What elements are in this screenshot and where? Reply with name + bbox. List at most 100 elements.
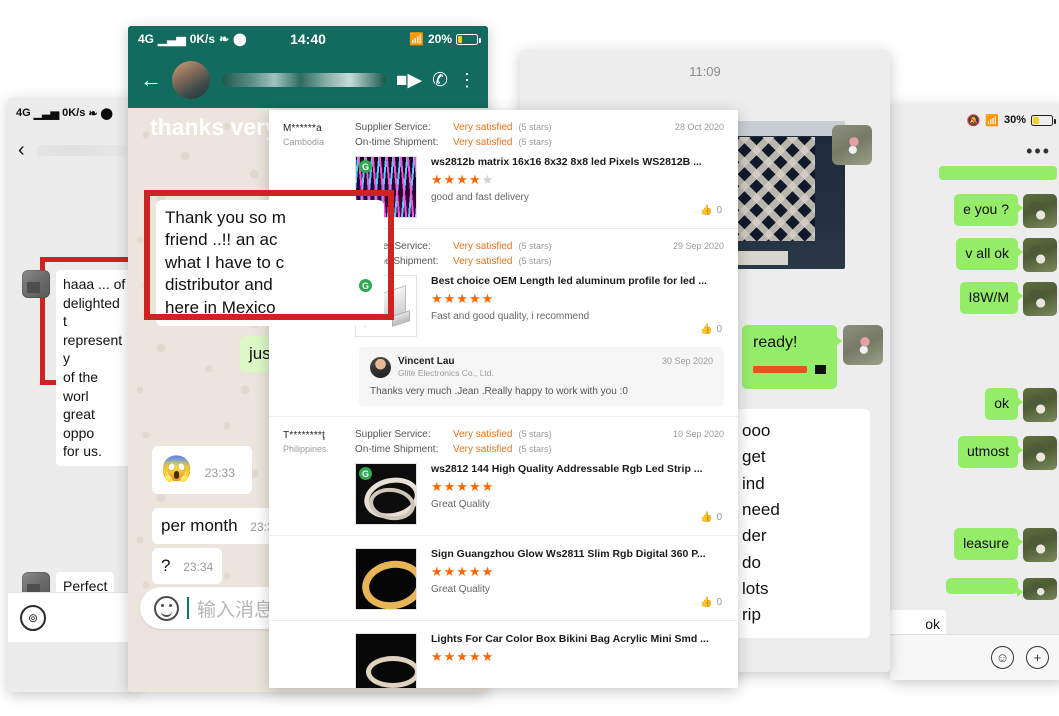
product-row[interactable]: G ws2812 144 High Quality Addressable Rg… (355, 463, 724, 525)
reviewer-info (283, 548, 355, 610)
message-bubble: ooo get ind need der do lots rip (730, 409, 870, 638)
input-placeholder: 输入消息 (197, 599, 274, 621)
contact-name-blurred (222, 73, 386, 87)
plus-circle-icon[interactable]: + (1026, 646, 1049, 669)
rating-row: Supplier Service: Very satisfied (5 star… (355, 122, 724, 133)
message-bubble: utmost (957, 436, 1024, 468)
product-title[interactable]: ws2812b matrix 16x16 8x32 8x8 led Pixels… (431, 156, 724, 168)
smiley-icon[interactable]: ☺ (991, 646, 1014, 669)
star-rating: ★★★★★ (431, 291, 495, 306)
reply-text: Thanks very much .Jean .Really happy to … (370, 386, 628, 397)
rating-label: Supplier Service: (355, 429, 431, 440)
smiley-icon[interactable] (154, 595, 179, 621)
rating-stars-text: (5 stars) (518, 137, 552, 147)
rating-value: Very satisfied (453, 429, 513, 440)
review-body: 29 Sep 2020 Supplier Service: Very satis… (355, 241, 724, 337)
star-rating: ★★★★★ (431, 172, 495, 187)
like-count: 0 (716, 324, 722, 335)
rating-row: On-time Shipment: Very satisfied (5 star… (355, 444, 724, 455)
review-date: 28 Oct 2020 (674, 122, 724, 132)
rating-row: On-time Shipment: Very satisfied (5 star… (355, 256, 724, 267)
input-bar[interactable]: ⊚ (8, 592, 136, 642)
redacted-content (753, 360, 827, 381)
nav-bar: ‹ (8, 128, 136, 172)
network-speed-label: 0K/s (62, 107, 86, 119)
rating-block: 29 Sep 2020 Supplier Service: Very satis… (355, 241, 724, 267)
redaction-bar (753, 366, 807, 374)
message-text: per month (161, 516, 238, 535)
review-item: T********ţ Philippines 10 Sep 2020 Suppl… (269, 417, 738, 536)
wechat-icon: ❧ (88, 107, 98, 120)
panel-right-wechat: 🔕 📶 30% ••• e you ? v all ok I8W/M ok ut… (890, 104, 1059, 680)
product-title[interactable]: Best choice OEM Length led aluminum prof… (431, 275, 724, 287)
rating-stars-text: (5 stars) (518, 444, 552, 454)
product-row[interactable]: G Best choice OEM Length led aluminum pr… (355, 275, 724, 337)
product-title[interactable]: ws2812 144 High Quality Addressable Rgb … (431, 463, 724, 475)
product-info: Best choice OEM Length led aluminum prof… (431, 275, 724, 337)
wechat-icon: ❧ (219, 32, 230, 46)
product-title[interactable]: Lights For Car Color Box Bikini Bag Acry… (431, 633, 724, 645)
rating-label: On-time Shipment: (355, 444, 439, 455)
review-comment: Fast and good quality, i recommend (431, 311, 590, 322)
review-comment: good and fast delivery (431, 192, 529, 203)
panel-left-phone: 4G ▁▃▅ 0K/s ❧ ⬤ ‹ haaa ... of delighted … (8, 98, 136, 692)
message-bubble: ok (985, 388, 1023, 420)
battery-percent-label: 20% (427, 32, 452, 46)
message-row: v all ok (956, 238, 1057, 272)
screenshot-stage: 4G ▁▃▅ 0K/s ❧ ⬤ ‹ haaa ... of delighted … (0, 0, 1059, 716)
review-body: Sign Guangzhou Glow Ws2811 Slim Rgb Digi… (355, 548, 724, 610)
rating-row: Supplier Service: Very satisfied (5 star… (355, 429, 724, 440)
message-row (946, 578, 1057, 600)
review-item: Sign Guangzhou Glow Ws2811 Slim Rgb Digi… (269, 536, 738, 621)
like-counter[interactable]: 👍 0 (700, 597, 722, 608)
reviewer-name: T********ţ (283, 430, 326, 441)
message-text: ready! (753, 334, 798, 351)
product-info: Lights For Car Color Box Bikini Bag Acry… (431, 633, 724, 688)
product-thumbnail[interactable] (355, 548, 417, 610)
input-bar[interactable]: ☺ + (890, 634, 1059, 680)
overflow-dots-icon[interactable]: ••• (1026, 141, 1051, 162)
avatar (1023, 194, 1057, 228)
contact-avatar[interactable] (172, 61, 210, 99)
review-item: Lights For Car Color Box Bikini Bag Acry… (269, 621, 738, 688)
message-time: 23:34 (183, 560, 214, 574)
rating-stars-text: (5 stars) (518, 122, 552, 132)
overflow-menu-icon[interactable]: ⋮ (458, 71, 476, 89)
network-label: 4G (16, 107, 31, 119)
avatar (22, 270, 50, 298)
message-row: leasure (954, 528, 1057, 562)
status-bar: 🔕 📶 30% (890, 104, 1059, 136)
like-counter[interactable]: 👍 0 (700, 205, 722, 216)
back-chevron-icon[interactable]: ‹ (18, 140, 25, 160)
like-counter[interactable]: 👍 0 (700, 324, 722, 335)
like-counter[interactable]: 👍 0 (700, 512, 722, 523)
message-row: ok (985, 388, 1057, 422)
message-row: e you ? (954, 194, 1057, 228)
avatar (832, 125, 872, 165)
product-thumbnail[interactable] (355, 633, 417, 688)
reviewer-country: Cambodia (283, 137, 325, 147)
avatar (1023, 388, 1057, 422)
product-title[interactable]: Sign Guangzhou Glow Ws2811 Slim Rgb Digi… (431, 548, 724, 560)
back-arrow-icon[interactable]: ← (140, 67, 162, 93)
product-row[interactable]: G ws2812b matrix 16x16 8x32 8x8 led Pixe… (355, 156, 724, 218)
rating-value: Very satisfied (453, 241, 513, 252)
rating-value: Very satisfied (453, 256, 513, 267)
thumbs-up-icon: 👍 (699, 205, 713, 216)
reply-author: Vincent Lau (398, 356, 455, 367)
product-row[interactable]: Lights For Car Color Box Bikini Bag Acry… (355, 633, 724, 688)
message-time: 23:33 (204, 466, 235, 480)
chat-bubble-icon: ⬤ (100, 107, 113, 120)
star-rating: ★★★★★ (431, 564, 495, 579)
status-bar: 4G ▁▃▅ 0K/s ❧ ⬤ 14:40 📶 20% (128, 26, 488, 52)
phone-call-icon[interactable]: ✆ (432, 69, 448, 92)
avatar (1023, 436, 1057, 470)
video-call-icon[interactable]: ■▶ (396, 69, 422, 92)
product-row[interactable]: Sign Guangzhou Glow Ws2811 Slim Rgb Digi… (355, 548, 724, 610)
voice-wave-icon[interactable]: ⊚ (20, 604, 46, 631)
redaction-bar (815, 365, 827, 375)
reviewer-info: T********ţ Philippines (283, 429, 355, 525)
product-thumbnail[interactable]: G (355, 463, 417, 525)
message-bubble-partial (939, 166, 1057, 180)
rating-block: 28 Oct 2020 Supplier Service: Very satis… (355, 122, 724, 148)
